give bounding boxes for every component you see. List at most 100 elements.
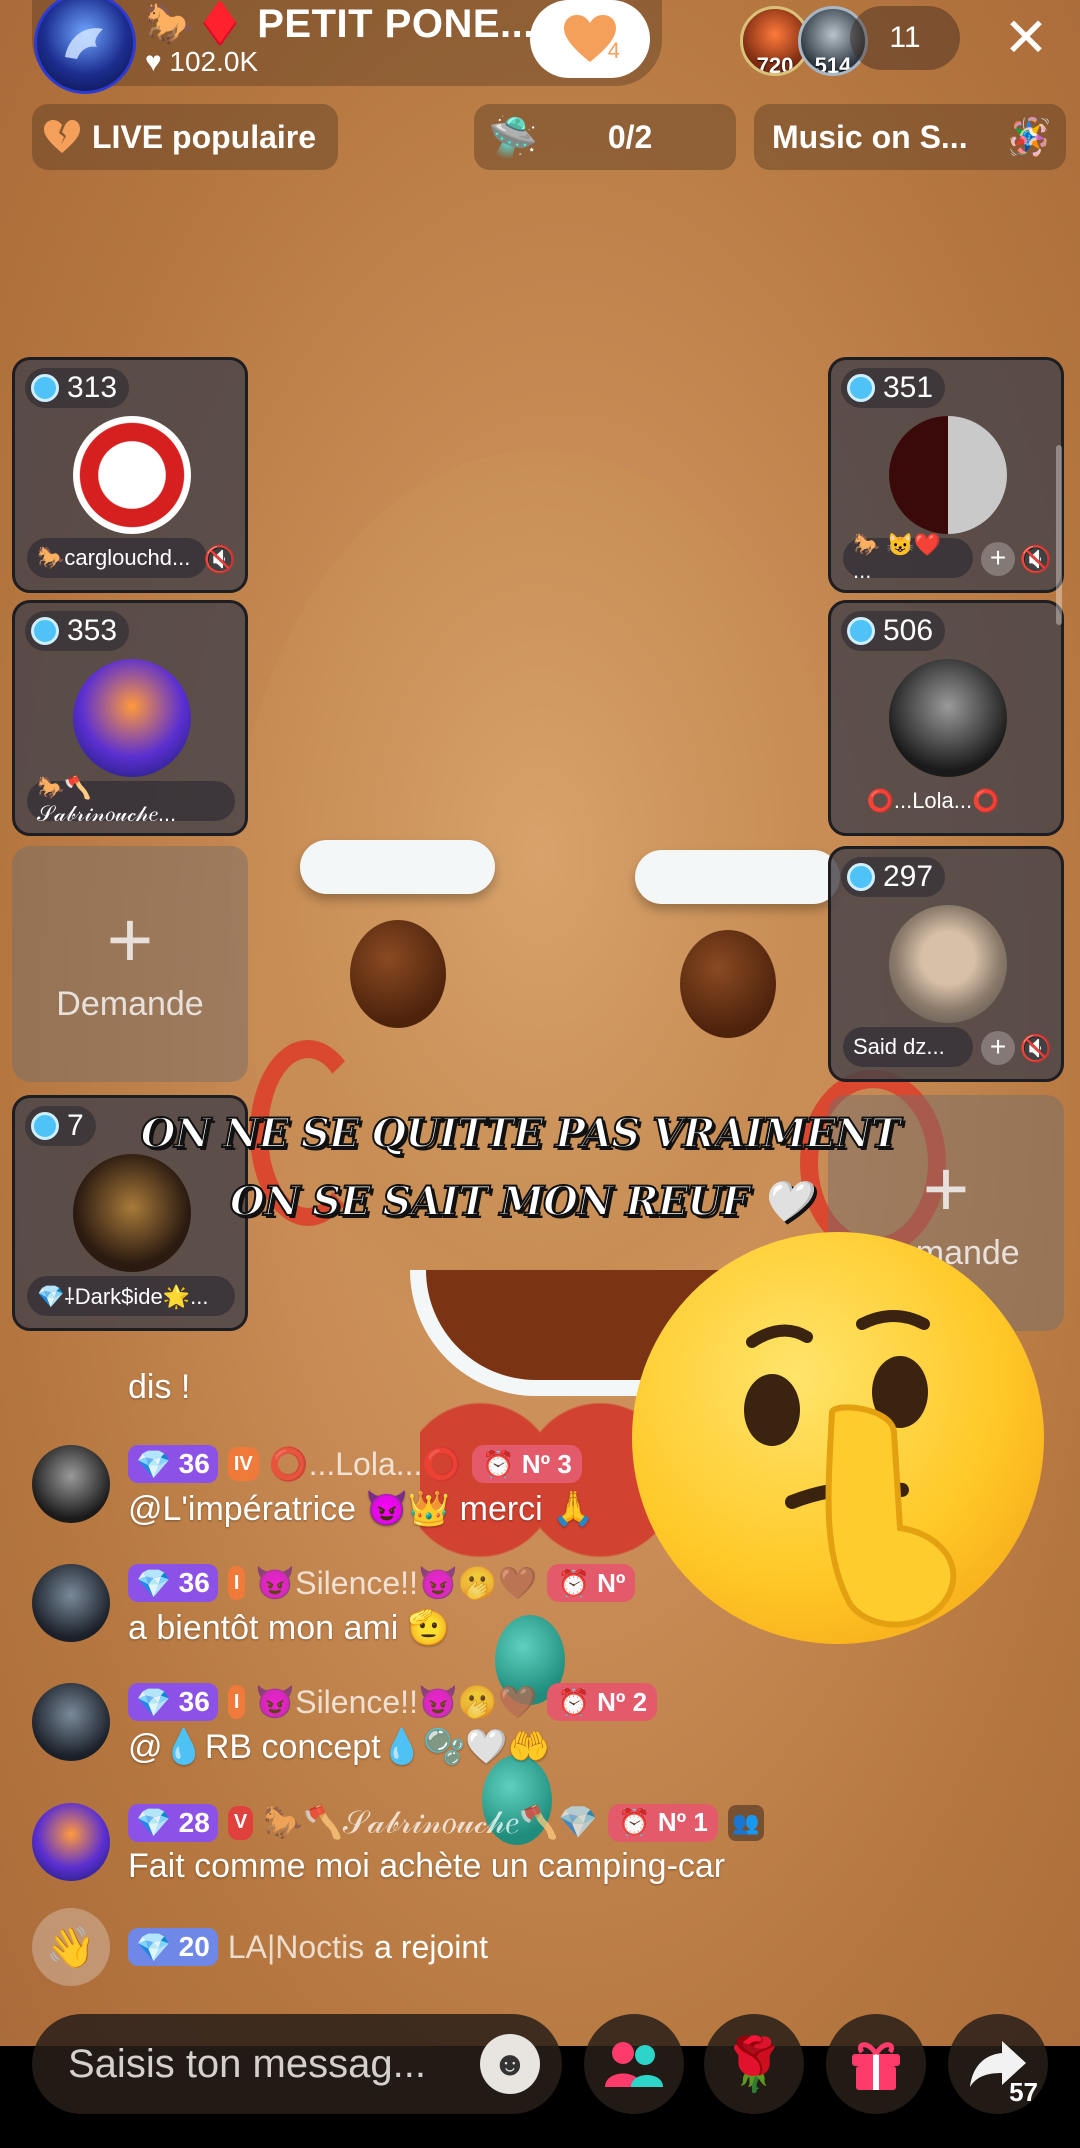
chat-avatar[interactable] bbox=[32, 1683, 110, 1761]
overlay-caption-line-2: ON SE SAIT MON REUF 🤍 bbox=[229, 1177, 812, 1226]
emoji-icon[interactable]: ☻ bbox=[480, 2034, 540, 2094]
guest-tile-left-1[interactable]: 313 🐎carglouchd... 🔇 bbox=[12, 357, 248, 593]
multi-guest-button[interactable] bbox=[584, 2014, 684, 2114]
guest-tile-right-3[interactable]: 297 Said dz... + 🔇 bbox=[828, 846, 1064, 1082]
guest-tile-right-1[interactable]: 351 🐎 😺❤️ ... + 🔇 bbox=[828, 357, 1064, 593]
right-brow bbox=[635, 850, 840, 904]
guest-score: 313 bbox=[25, 368, 130, 408]
guest-tile-left-2[interactable]: 353 🐎🪓𝒮𝒶𝒷𝓇𝒾𝓃𝑜𝓊𝒸𝒽𝑒... bbox=[12, 600, 248, 836]
add-icon[interactable]: + bbox=[981, 1031, 1015, 1065]
level-badge: 💎 28 bbox=[128, 1803, 218, 1842]
diamond-icon: 💎 bbox=[136, 1448, 171, 1480]
share-button[interactable]: 57 bbox=[948, 2014, 1048, 2114]
rank-badge: ⏰ Nº bbox=[547, 1564, 636, 1602]
right-eye bbox=[680, 930, 776, 1038]
guest-score: 353 bbox=[25, 611, 130, 651]
diamond-icon: 💎 bbox=[136, 1686, 171, 1718]
level-badge: 💎 36 bbox=[128, 1564, 218, 1602]
guest-name: 🐎 😺❤️ ... bbox=[843, 532, 973, 583]
guest-avatar bbox=[73, 416, 191, 534]
viewer-count-button[interactable]: 11 bbox=[850, 6, 960, 70]
alarm-icon: ⏰ bbox=[618, 1807, 651, 1837]
broken-heart-icon bbox=[44, 120, 80, 153]
chat-avatar[interactable] bbox=[32, 1803, 110, 1881]
left-eye bbox=[350, 920, 446, 1028]
guest-score: 506 bbox=[841, 611, 946, 651]
follow-badge: 4 bbox=[607, 38, 620, 63]
fan-badge: I bbox=[227, 1566, 246, 1600]
chat-meta: 💎 28 V 🐎🪓𝒮𝒶𝒷𝓇𝒾𝓃𝑜𝓊𝒸𝒽𝑒🪓💎 ⏰ Nº 1 👥 bbox=[128, 1803, 764, 1842]
close-icon[interactable]: ✕ bbox=[998, 11, 1054, 68]
viewer-1-count: 720 bbox=[756, 53, 794, 76]
fan-badge: I bbox=[227, 1685, 246, 1719]
mic-off-icon: 🔇 bbox=[1019, 1033, 1053, 1063]
host-likes: ♥ 102.0K bbox=[145, 46, 258, 78]
gift-button[interactable] bbox=[826, 2014, 926, 2114]
request-slot-left[interactable]: + Demande bbox=[12, 846, 248, 1082]
chat-avatar[interactable] bbox=[32, 1445, 110, 1523]
follow-button[interactable]: 4 bbox=[530, 0, 650, 78]
mic-off-icon: 🔇 bbox=[203, 544, 237, 574]
live-popular-chip[interactable]: LIVE populaire bbox=[32, 104, 338, 170]
music-label: Music on S... bbox=[772, 118, 968, 155]
progress-chip[interactable]: 🛸 0/2 bbox=[474, 104, 736, 170]
alarm-icon: ⏰ bbox=[482, 1448, 515, 1479]
share-count: 57 bbox=[1009, 2077, 1038, 2107]
progress-label: 0/2 bbox=[607, 118, 653, 155]
rose-gift-button[interactable]: 🌹 bbox=[704, 2014, 804, 2114]
fan-badge: V bbox=[227, 1805, 254, 1840]
heart-icon: ♥ bbox=[145, 46, 162, 77]
live-popular-label: LIVE populaire bbox=[92, 118, 317, 155]
guest-avatar bbox=[73, 659, 191, 777]
chat-username[interactable]: 🐎🪓𝒮𝒶𝒷𝓇𝒾𝓃𝑜𝓊𝒸𝒽𝑒🪓💎 bbox=[263, 1803, 598, 1842]
diamond-icon: 💎 bbox=[136, 1567, 171, 1599]
scrollbar[interactable] bbox=[1056, 445, 1062, 625]
people-icon bbox=[605, 2042, 663, 2087]
rose-icon: 🌹 bbox=[721, 2035, 787, 2094]
gem-icon bbox=[847, 863, 875, 891]
chat-message-text: @💧RB concept💧🫧🤍🤲 bbox=[128, 1728, 550, 1766]
fan-badge: IV bbox=[227, 1447, 259, 1481]
rank-badge: ⏰ Nº 3 bbox=[472, 1445, 582, 1483]
moderator-icon: 👥 bbox=[727, 1804, 764, 1841]
level-badge: 💎 36 bbox=[128, 1683, 218, 1721]
chat-avatar[interactable] bbox=[32, 1564, 110, 1642]
music-chip[interactable]: Music on S... 🪅 bbox=[754, 104, 1066, 170]
rank-badge: ⏰ Nº 1 bbox=[608, 1803, 718, 1842]
chat-username[interactable]: LA|Noctis bbox=[228, 1929, 364, 1966]
host-name[interactable]: 🐎♦️ PETIT PONE... bbox=[145, 0, 535, 47]
rank-badge: ⏰ Nº 2 bbox=[547, 1683, 658, 1721]
guest-avatar bbox=[889, 905, 1007, 1023]
rocket-icon: 🛸 bbox=[488, 115, 538, 160]
like-count: 102.0K bbox=[169, 46, 259, 77]
chat-username[interactable]: ⭕...Lola...⭕ bbox=[269, 1445, 463, 1483]
shushing-face-emoji bbox=[632, 1232, 1044, 1644]
chat-username[interactable]: 😈Silence!!😈🫢🤎 bbox=[255, 1564, 537, 1602]
alarm-icon: ⏰ bbox=[557, 1567, 590, 1598]
chat-username[interactable]: 😈Silence!!😈🫢🤎 bbox=[255, 1683, 537, 1721]
message-placeholder: Saisis ton messag... bbox=[68, 2041, 426, 2086]
gem-icon bbox=[31, 374, 59, 402]
gem-icon bbox=[847, 617, 875, 645]
request-label: Demande bbox=[56, 984, 204, 1023]
overlay-caption-line-1: ON NE SE QUITTE PAS VRAIMENT bbox=[140, 1109, 902, 1158]
chat-message-text: Fait comme moi achète un camping-car bbox=[128, 1847, 726, 1885]
chat-meta: 💎 36 I 😈Silence!!😈🫢🤎 ⏰ Nº 2 bbox=[128, 1683, 658, 1721]
chat-meta: 💎 36 I 😈Silence!!😈🫢🤎 ⏰ Nº bbox=[128, 1564, 636, 1602]
guest-avatar bbox=[889, 416, 1007, 534]
maracas-icon: 🪅 bbox=[1007, 116, 1052, 157]
guest-name: 🐎carglouchd... bbox=[27, 538, 207, 578]
guest-tile-right-2[interactable]: 506 ⭕...Lola...⭕ bbox=[828, 600, 1064, 836]
guest-name: 🐎🪓𝒮𝒶𝒷𝓇𝒾𝓃𝑜𝓊𝒸𝒽𝑒... bbox=[27, 775, 235, 826]
guest-name: 💎⸸Dark$ide🌟... bbox=[27, 1276, 235, 1316]
gift-icon bbox=[852, 2042, 900, 2090]
diamond-icon: 💎 bbox=[136, 1931, 171, 1963]
left-brow bbox=[300, 840, 495, 894]
guest-name: Said dz... bbox=[843, 1027, 973, 1067]
add-icon[interactable]: + bbox=[981, 542, 1015, 576]
chat-message-text: @L'impératrice 😈👑 merci 🙏 bbox=[128, 1490, 595, 1528]
message-input[interactable]: Saisis ton messag... ☻ bbox=[32, 2014, 562, 2114]
mic-off-icon: 🔇 bbox=[1019, 544, 1053, 574]
alarm-icon: ⏰ bbox=[557, 1686, 590, 1717]
level-badge: 💎 20 bbox=[128, 1928, 218, 1966]
